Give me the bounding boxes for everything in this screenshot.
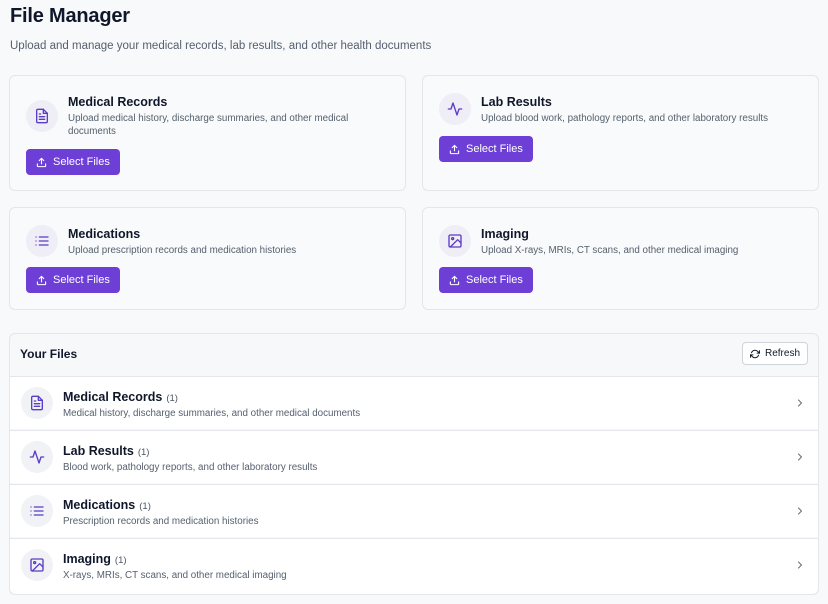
file-category-title: Imaging (1): [63, 552, 127, 566]
chevron-right-icon: [797, 399, 803, 407]
file-count: (1): [139, 501, 151, 512]
upload-icon: [449, 275, 460, 285]
file-category-title: Medical Records (1): [63, 390, 178, 404]
card-title: Lab Results: [481, 95, 552, 109]
refresh-icon: [749, 349, 760, 358]
select-files-label: Select Files: [53, 156, 110, 168]
file-count: (1): [166, 393, 178, 404]
upload-icon: [449, 144, 460, 154]
file-category-title: Lab Results (1): [63, 444, 149, 458]
card-description: Upload blood work, pathology reports, an…: [481, 113, 768, 124]
chevron-right-icon: [797, 453, 803, 461]
upload-card-medications: Medications Upload prescription records …: [9, 207, 406, 310]
upload-card-imaging: Imaging Upload X-rays, MRIs, CT scans, a…: [422, 207, 819, 310]
image-icon: [21, 549, 53, 581]
file-category-imaging[interactable]: Imaging (1) X-rays, MRIs, CT scans, and o…: [10, 538, 818, 594]
file-category-description: Prescription records and medication hist…: [63, 516, 259, 527]
chevron-right-icon: [797, 507, 803, 515]
card-title: Medical Records: [68, 95, 168, 109]
file-category-name: Lab Results: [63, 444, 134, 458]
document-icon: [21, 387, 53, 419]
select-files-label: Select Files: [466, 274, 523, 286]
select-files-button[interactable]: Select Files: [439, 267, 533, 293]
your-files-panel: Your Files Refresh Medical Records (1) Me…: [9, 333, 819, 595]
upload-card-medical-records: Medical Records Upload medical history, …: [9, 75, 406, 191]
document-icon: [26, 100, 58, 132]
image-icon: [439, 225, 471, 257]
file-category-description: Blood work, pathology reports, and other…: [63, 462, 318, 473]
card-title: Imaging: [481, 227, 529, 241]
activity-icon: [439, 93, 471, 125]
file-count: (1): [114, 555, 127, 566]
card-description: Upload medical history, discharge summar…: [68, 113, 349, 137]
card-description: Upload X-rays, MRIs, CT scans, and other…: [481, 245, 739, 256]
file-category-title: Medications (1): [63, 498, 151, 512]
select-files-label: Select Files: [53, 274, 110, 286]
page-subtitle: Upload and manage your medical records, …: [10, 40, 432, 52]
select-files-button[interactable]: Select Files: [26, 267, 120, 293]
select-files-button[interactable]: Select Files: [439, 136, 533, 162]
your-files-title: Your Files: [20, 347, 78, 361]
chevron-right-icon: [797, 561, 803, 569]
refresh-button[interactable]: Refresh: [742, 342, 808, 365]
file-category-name: Medical Records: [63, 390, 163, 404]
select-files-button[interactable]: Select Files: [26, 149, 120, 175]
list-icon: [21, 495, 53, 527]
list-icon: [26, 225, 58, 257]
file-category-description: Medical history, discharge summaries, an…: [63, 408, 361, 419]
your-files-header: Your Files Refresh: [10, 334, 818, 376]
page-title: File Manager: [10, 5, 130, 27]
file-count: (1): [137, 447, 150, 458]
activity-icon: [21, 441, 53, 473]
select-files-label: Select Files: [466, 143, 523, 155]
file-category-name: Imaging: [63, 552, 111, 566]
upload-card-lab-results: Lab Results Upload blood work, pathology…: [422, 75, 819, 191]
file-category-medical-records[interactable]: Medical Records (1) Medical history, disc…: [10, 376, 818, 429]
file-category-lab-results[interactable]: Lab Results (1) Blood work, pathology rep…: [10, 430, 818, 483]
card-title: Medications: [68, 227, 141, 241]
card-description: Upload prescription records and medicati…: [68, 245, 297, 256]
upload-icon: [36, 157, 47, 167]
refresh-label: Refresh: [764, 348, 800, 359]
file-category-description: X-rays, MRIs, CT scans, and other medica…: [63, 570, 287, 581]
file-category-name: Medications: [63, 498, 136, 512]
file-category-medications[interactable]: Medications (1) Prescription records and …: [10, 484, 818, 537]
upload-icon: [36, 275, 47, 285]
